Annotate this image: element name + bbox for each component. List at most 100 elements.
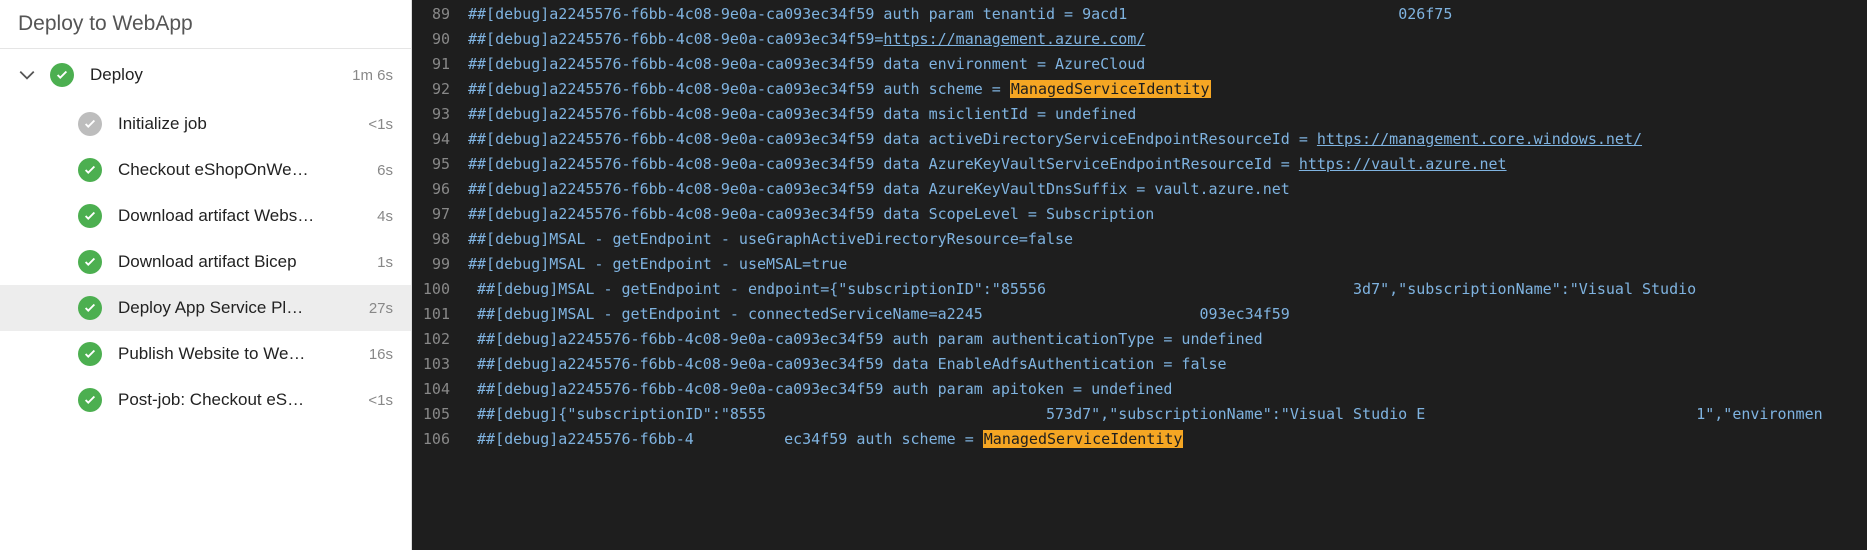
log-text: ##[debug]MSAL - getEndpoint - useGraphAc… [468, 227, 1867, 252]
step-label: Post-job: Checkout eS… [118, 390, 360, 410]
line-number: 98 [412, 227, 468, 252]
step-row[interactable]: Download artifact Bicep 1s [0, 239, 411, 285]
log-line: 101 ##[debug]MSAL - getEndpoint - connec… [412, 302, 1867, 327]
step-row[interactable]: Publish Website to We… 16s [0, 331, 411, 377]
log-text: ##[debug]a2245576-f6bb-4c08-9e0a-ca093ec… [468, 177, 1867, 202]
success-icon [78, 388, 102, 412]
line-number: 102 [412, 327, 468, 352]
log-line: 99##[debug]MSAL - getEndpoint - useMSAL=… [412, 252, 1867, 277]
log-text: ##[debug]a2245576-f6bb-4c08-9e0a-ca093ec… [468, 152, 1867, 177]
line-number: 91 [412, 52, 468, 77]
log-line: 102 ##[debug]a2245576-f6bb-4c08-9e0a-ca0… [412, 327, 1867, 352]
line-number: 90 [412, 27, 468, 52]
job-sidebar: Deploy to WebApp Deploy 1m 6s Initialize… [0, 0, 412, 550]
line-number: 95 [412, 152, 468, 177]
success-icon [78, 204, 102, 228]
log-line: 94##[debug]a2245576-f6bb-4c08-9e0a-ca093… [412, 127, 1867, 152]
log-text: ##[debug]a2245576-f6bb-4c08-9e0a-ca093ec… [468, 352, 1867, 377]
step-duration: 16s [369, 346, 393, 363]
log-line: 93##[debug]a2245576-f6bb-4c08-9e0a-ca093… [412, 102, 1867, 127]
log-line: 98##[debug]MSAL - getEndpoint - useGraph… [412, 227, 1867, 252]
log-text: ##[debug]a2245576-f6bb-4c08-9e0a-ca093ec… [468, 2, 1867, 27]
step-row[interactable]: Initialize job <1s [0, 101, 411, 147]
redacted-gap [1425, 405, 1696, 423]
log-link[interactable]: https://management.core.windows.net/ [1317, 130, 1642, 148]
line-number: 104 [412, 377, 468, 402]
redacted-gap [1127, 5, 1398, 23]
log-line: 95##[debug]a2245576-f6bb-4c08-9e0a-ca093… [412, 152, 1867, 177]
redacted-gap [1046, 280, 1353, 298]
log-link[interactable]: https://management.azure.com/ [883, 30, 1145, 48]
line-number: 101 [412, 302, 468, 327]
log-pane[interactable]: 89##[debug]a2245576-f6bb-4c08-9e0a-ca093… [412, 0, 1867, 550]
log-line: 97##[debug]a2245576-f6bb-4c08-9e0a-ca093… [412, 202, 1867, 227]
line-number: 103 [412, 352, 468, 377]
log-link[interactable]: https://vault.azure.net [1299, 155, 1507, 173]
log-line: 104 ##[debug]a2245576-f6bb-4c08-9e0a-ca0… [412, 377, 1867, 402]
log-line: 96##[debug]a2245576-f6bb-4c08-9e0a-ca093… [412, 177, 1867, 202]
log-line: 92##[debug]a2245576-f6bb-4c08-9e0a-ca093… [412, 77, 1867, 102]
redacted-gap [766, 405, 1046, 423]
line-number: 92 [412, 77, 468, 102]
log-text: ##[debug]{"subscriptionID":"8555 573d7",… [468, 402, 1867, 427]
step-duration: <1s [368, 116, 393, 133]
log-text: ##[debug]a2245576-f6bb-4 ec34f59 auth sc… [468, 427, 1867, 452]
log-line: 91##[debug]a2245576-f6bb-4c08-9e0a-ca093… [412, 52, 1867, 77]
step-duration: 6s [377, 162, 393, 179]
step-label: Publish Website to We… [118, 344, 361, 364]
step-row[interactable]: Deploy App Service Pl… 27s [0, 285, 411, 331]
stage-title: Deploy to WebApp [0, 0, 411, 49]
search-highlight: ManagedServiceIdentity [1010, 80, 1211, 98]
log-line: 103 ##[debug]a2245576-f6bb-4c08-9e0a-ca0… [412, 352, 1867, 377]
skipped-icon [78, 112, 102, 136]
step-duration: 27s [369, 300, 393, 317]
line-number: 94 [412, 127, 468, 152]
line-number: 96 [412, 177, 468, 202]
log-line: 90##[debug]a2245576-f6bb-4c08-9e0a-ca093… [412, 27, 1867, 52]
log-text: ##[debug]a2245576-f6bb-4c08-9e0a-ca093ec… [468, 77, 1867, 102]
line-number: 106 [412, 427, 468, 452]
log-line: 89##[debug]a2245576-f6bb-4c08-9e0a-ca093… [412, 2, 1867, 27]
step-label: Deploy App Service Pl… [118, 298, 361, 318]
step-duration: 1s [377, 254, 393, 271]
log-line: 100 ##[debug]MSAL - getEndpoint - endpoi… [412, 277, 1867, 302]
redacted-gap [694, 430, 784, 448]
search-highlight: ManagedServiceIdentity [983, 430, 1184, 448]
log-text: ##[debug]a2245576-f6bb-4c08-9e0a-ca093ec… [468, 102, 1867, 127]
line-number: 99 [412, 252, 468, 277]
log-text: ##[debug]a2245576-f6bb-4c08-9e0a-ca093ec… [468, 377, 1867, 402]
success-icon [50, 63, 74, 87]
log-line: 106 ##[debug]a2245576-f6bb-4 ec34f59 aut… [412, 427, 1867, 452]
step-label: Download artifact Bicep [118, 252, 369, 272]
job-row[interactable]: Deploy 1m 6s [0, 49, 411, 101]
log-text: ##[debug]MSAL - getEndpoint - useMSAL=tr… [468, 252, 1867, 277]
step-duration: 4s [377, 208, 393, 225]
success-icon [78, 158, 102, 182]
chevron-down-icon [18, 66, 36, 84]
redacted-gap [983, 305, 1200, 323]
line-number: 105 [412, 402, 468, 427]
line-number: 97 [412, 202, 468, 227]
log-text: ##[debug]a2245576-f6bb-4c08-9e0a-ca093ec… [468, 327, 1867, 352]
job-duration: 1m 6s [352, 67, 393, 84]
log-text: ##[debug]a2245576-f6bb-4c08-9e0a-ca093ec… [468, 52, 1867, 77]
line-number: 100 [412, 277, 468, 302]
step-duration: <1s [368, 392, 393, 409]
success-icon [78, 342, 102, 366]
step-label: Initialize job [118, 114, 360, 134]
step-label: Checkout eShopOnWe… [118, 160, 369, 180]
log-text: ##[debug]MSAL - getEndpoint - endpoint={… [468, 277, 1867, 302]
line-number: 93 [412, 102, 468, 127]
line-number: 89 [412, 2, 468, 27]
success-icon [78, 296, 102, 320]
log-line: 105 ##[debug]{"subscriptionID":"8555 573… [412, 402, 1867, 427]
step-row[interactable]: Post-job: Checkout eS… <1s [0, 377, 411, 423]
log-text: ##[debug]a2245576-f6bb-4c08-9e0a-ca093ec… [468, 127, 1867, 152]
success-icon [78, 250, 102, 274]
log-text: ##[debug]MSAL - getEndpoint - connectedS… [468, 302, 1867, 327]
step-row[interactable]: Checkout eShopOnWe… 6s [0, 147, 411, 193]
step-row[interactable]: Download artifact Webs…4s [0, 193, 411, 239]
log-text: ##[debug]a2245576-f6bb-4c08-9e0a-ca093ec… [468, 27, 1867, 52]
job-name: Deploy [90, 65, 344, 85]
log-text: ##[debug]a2245576-f6bb-4c08-9e0a-ca093ec… [468, 202, 1867, 227]
